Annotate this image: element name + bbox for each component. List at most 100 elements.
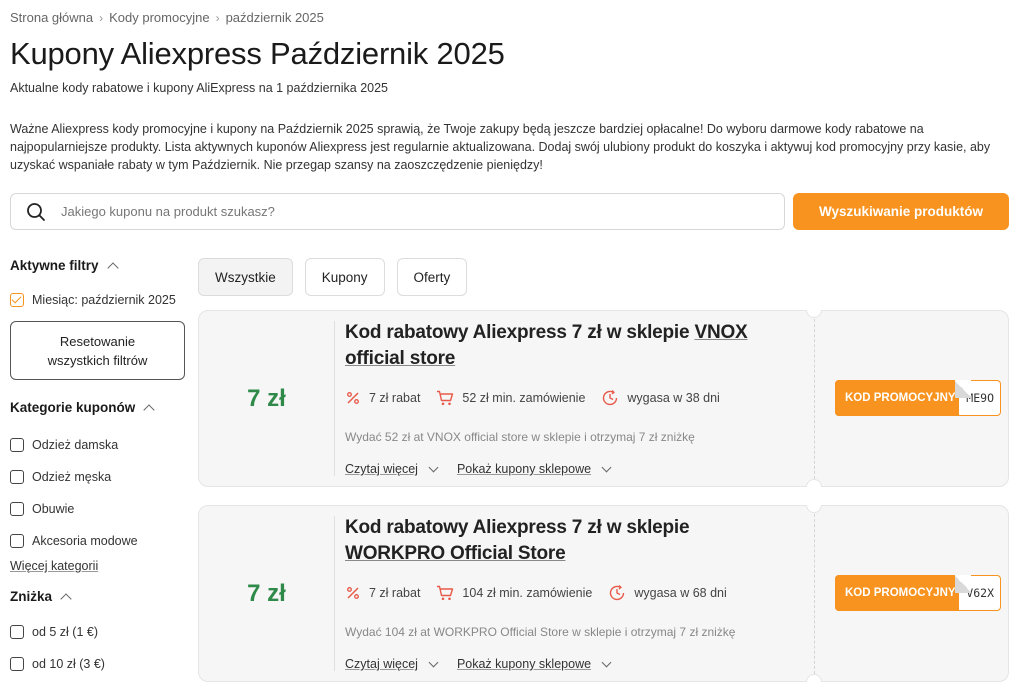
categories-list: Odzież damska Odzież męska Obuwie Akceso… [10,429,190,575]
search-icon [11,202,61,222]
coupon-description: Wydać 52 zł at VNOX official store w skl… [345,430,695,444]
discount-list: od 5 zł (1 €) od 10 zł (3 €) [10,616,190,680]
coupon-rabat-text: 7 zł rabat [369,391,421,405]
coupon-min-order: 104 zł min. zamówienie [436,585,592,601]
coupon-amount: 7 zł [247,384,286,412]
percent-icon [347,392,359,404]
filters-sidebar: Aktywne filtry Miesiąc: październik 2025… [10,258,190,680]
category-label: Odzież męska [32,470,112,484]
coupon-title-text: Kod rabatowy Aliexpress 7 zł w sklepie [345,322,690,343]
coupon-expiry-text: wygasa w 68 dni [634,586,727,600]
coupon-expiry: wygasa w 68 dni [608,584,727,602]
category-shoes[interactable]: Obuwie [10,493,190,525]
search-box [10,193,785,230]
coupon-rabat: 7 zł rabat [345,390,420,406]
active-filters-heading[interactable]: Aktywne filtry [10,258,190,274]
category-mens-clothing[interactable]: Odzież męska [10,461,190,493]
discount-from-10[interactable]: od 10 zł (3 €) [10,648,190,680]
checkbox[interactable] [10,534,24,548]
chevron-up-icon [106,261,119,274]
coupon-min-order: 52 zł min. zamówienie [436,390,585,406]
coupon-rabat: 7 zł rabat [345,585,420,601]
tab-coupons[interactable]: Kupony [304,258,385,296]
percent-icon [347,587,359,599]
clock-icon [610,585,625,601]
intro-text: Ważne Aliexpress kody promocyjne i kupon… [10,122,991,172]
corner-fold-icon [955,575,971,593]
clock-icon [603,390,618,406]
category-womens-clothing[interactable]: Odzież damska [10,429,190,461]
read-more-link[interactable]: Czytaj więcej [345,657,439,671]
coupon-amount-panel: 7 zł [199,506,334,681]
coupon-type-tabs: Wszystkie Kupony Oferty [198,258,468,296]
checkbox[interactable] [10,657,24,671]
breadcrumb-promo-codes[interactable]: Kody promocyjne [109,10,209,25]
checkbox[interactable] [10,470,24,484]
search-products-button[interactable]: Wyszukiwanie produktów [793,193,1009,230]
coupon-links: Czytaj więcej Pokaż kupony sklepowe [345,657,612,671]
promo-code-button[interactable]: V62X KOD PROMOCYJNY [835,575,1001,611]
show-store-coupons-link[interactable]: Pokaż kupony sklepowe [456,462,612,476]
active-filter-month[interactable]: Miesiąc: październik 2025 [10,293,190,307]
coupon-rabat-text: 7 zł rabat [369,586,421,600]
category-label: Obuwie [32,502,75,516]
coupon-amount-panel: 7 zł [199,311,334,486]
reset-filters-button[interactable]: Resetowanie wszystkich filtrów [10,321,185,380]
coupon-amount: 7 zł [247,579,286,607]
promo-code-label: KOD PROMOCYJNY [835,380,959,416]
discount-from-5[interactable]: od 5 zł (1 €) [10,616,190,648]
discount-label: Zniżka [10,589,53,604]
page-title: Kupony Aliexpress Październik 2025 [10,36,505,71]
tab-offers[interactable]: Oferty [396,258,468,296]
checked-checkbox-icon [10,293,24,307]
checkbox[interactable] [10,438,24,452]
chevron-down-icon [428,657,439,667]
coupon-links: Czytaj więcej Pokaż kupony sklepowe [345,462,612,476]
active-filters-label: Aktywne filtry [10,258,99,273]
checkbox[interactable] [10,625,24,639]
coupon-card: 7 zł Kod rabatowy Aliexpress 7 zł w skle… [198,505,1009,682]
breadcrumb-home[interactable]: Strona główna [10,10,93,25]
promo-code-label: KOD PROMOCYJNY [835,575,959,611]
chevron-up-icon [143,403,155,416]
chevron-right-icon: › [215,10,220,25]
chevron-down-icon [428,462,439,472]
chevron-down-icon [601,657,612,667]
read-more-label: Czytaj więcej [345,657,418,671]
chevron-up-icon [60,592,72,605]
tab-all[interactable]: Wszystkie [198,258,293,296]
promo-code-button[interactable]: ME9O KOD PROMOCYJNY [835,380,1001,416]
coupon-meta: 7 zł rabat 104 zł min. zamówienie wygasa… [345,584,743,602]
coupon-min-order-text: 104 zł min. zamówienie [462,586,593,600]
category-label: Odzież damska [32,438,119,452]
categories-label: Kategorie kuponów [10,400,136,415]
coupon-title-text: Kod rabatowy Aliexpress 7 zł w sklepie [345,517,690,538]
corner-fold-icon [955,380,971,398]
coupon-min-order-text: 52 zł min. zamówienie [462,391,586,405]
category-label: Akcesoria modowe [32,534,138,548]
breadcrumb-current: październik 2025 [225,10,324,25]
coupon-expiry-text: wygasa w 38 dni [627,391,720,405]
page-subtitle: Aktualne kody rabatowe i kupony AliExpre… [10,81,389,95]
chevron-down-icon [601,462,612,472]
categories-heading[interactable]: Kategorie kuponów [10,400,190,416]
category-accessories[interactable]: Akcesoria modowe [10,525,190,557]
cart-icon [437,390,454,406]
more-categories-link[interactable]: Więcej kategorii [10,559,98,573]
chevron-right-icon: › [99,10,104,25]
show-store-coupons-label: Pokaż kupony sklepowe [456,657,592,671]
show-store-coupons-link[interactable]: Pokaż kupony sklepowe [456,657,612,671]
read-more-link[interactable]: Czytaj więcej [345,462,439,476]
coupon-store-link[interactable]: WORKPRO Official Store [345,543,566,564]
cart-icon [437,585,454,601]
coupon-title[interactable]: Kod rabatowy Aliexpress 7 zł w sklepie V… [345,320,775,372]
checkbox[interactable] [10,502,24,516]
read-more-label: Czytaj więcej [345,462,418,476]
coupon-card: 7 zł Kod rabatowy Aliexpress 7 zł w skle… [198,310,1009,487]
show-store-coupons-label: Pokaż kupony sklepowe [456,462,592,476]
coupon-title[interactable]: Kod rabatowy Aliexpress 7 zł w sklepie W… [345,515,775,567]
coupon-expiry: wygasa w 38 dni [601,389,720,407]
search-input[interactable] [61,194,784,229]
discount-option-label: od 5 zł (1 €) [32,625,99,639]
discount-heading[interactable]: Zniżka [10,589,190,605]
